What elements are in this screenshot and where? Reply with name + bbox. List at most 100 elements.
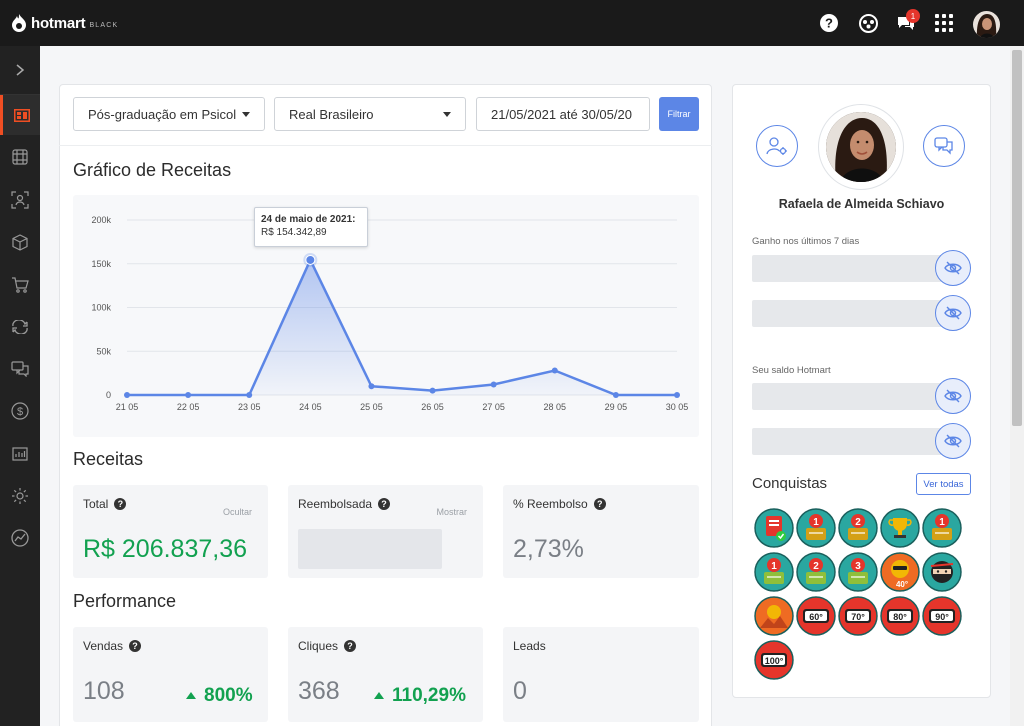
total-label: Total (83, 497, 109, 511)
revenue-chart-svg: 0 50k 100k 150k 200k 21 05 22 05 23 05 24 05 25 0… (91, 215, 689, 412)
help-icon[interactable]: ? (114, 498, 127, 510)
series-area (127, 259, 677, 395)
eye-off-icon[interactable] (935, 423, 971, 459)
series-line (127, 257, 677, 397)
data-point (612, 392, 619, 398)
achievement-ninja-icon[interactable] (922, 552, 962, 592)
help-icon[interactable]: ? (818, 12, 840, 34)
analytics-icon[interactable] (0, 518, 40, 558)
achievement-speed-60-icon[interactable]: 60° (796, 596, 836, 636)
cart-icon[interactable] (0, 265, 40, 305)
messages-icon[interactable] (0, 349, 40, 389)
svg-text:2: 2 (855, 517, 861, 528)
hide-total-link[interactable]: Ocultar (223, 507, 252, 517)
data-point (674, 392, 680, 398)
hidden-balance-value (752, 383, 952, 410)
achievement-speed-100-icon[interactable]: 100° (754, 640, 794, 680)
view-all-achievements-button[interactable]: Ver todas (916, 473, 971, 495)
notification-badge: 1 (906, 9, 920, 23)
sales-label-row: Vendas ? (83, 639, 142, 653)
refunded-card: Reembolsada ? Mostrar (288, 485, 483, 578)
data-point (124, 392, 130, 398)
svg-text:$: $ (17, 406, 23, 418)
date-range-input[interactable]: 21/05/2021 até 30/05/20 (476, 97, 650, 131)
refunded-label-row: Reembolsada ? (298, 497, 391, 511)
profile-photo[interactable] (826, 112, 896, 182)
help-icon[interactable]: ? (378, 498, 391, 510)
tooltip-value: R$ 154.342,89 (261, 227, 327, 238)
currency-select[interactable]: Real Brasileiro (274, 97, 466, 131)
dashboard-icon[interactable] (0, 95, 40, 135)
help-icon[interactable]: ? (344, 640, 357, 652)
account-settings-button[interactable] (756, 125, 798, 167)
revenue-chart[interactable]: 0 50k 100k 150k 200k 21 05 22 05 23 05 24 05 25 0… (73, 195, 699, 437)
x-tick-label: 28 05 (544, 402, 567, 412)
y-tick-label: 200k (91, 215, 111, 225)
settings-icon[interactable] (0, 476, 40, 516)
community-icon[interactable] (857, 12, 879, 34)
achievement-trophy-icon[interactable] (880, 508, 920, 548)
achievement-certificate-icon[interactable] (754, 508, 794, 548)
y-tick-label: 100k (91, 303, 111, 313)
trend-up-icon (374, 691, 384, 699)
page-scrollbar-thumb[interactable] (1012, 50, 1022, 426)
data-point (551, 367, 558, 374)
messages-button[interactable] (923, 125, 965, 167)
achievement-speed-90-icon[interactable]: 90° (922, 596, 962, 636)
clicks-value: 368 (298, 677, 340, 705)
svg-text:2: 2 (813, 561, 819, 572)
tooltip-date: 24 de maio de 2021: (261, 214, 356, 225)
box-icon[interactable] (0, 222, 40, 262)
achievement-cart-1-icon[interactable]: 1 (796, 508, 836, 548)
filter-button[interactable]: Filtrar (659, 97, 699, 131)
chat-bubbles-icon (934, 137, 953, 155)
help-icon[interactable]: ? (129, 640, 142, 652)
x-tick-label: 22 05 (177, 402, 200, 412)
data-point (246, 392, 253, 398)
svg-text:90°: 90° (935, 612, 949, 622)
achievement-sun-40-icon[interactable]: 40° (880, 552, 920, 592)
x-tick-label: 30 05 (666, 402, 689, 412)
affiliates-icon[interactable] (0, 180, 40, 220)
brand-name: hotmart (31, 14, 86, 32)
achievement-speed-80-icon[interactable]: 80° (880, 596, 920, 636)
clicks-delta: 110,29% (374, 685, 466, 707)
product-select[interactable]: Pós-graduação em Psicol (73, 97, 265, 131)
refunded-label: Reembolsada (298, 497, 373, 511)
earned-7days-label: Ganho nos últimos 7 dias (752, 236, 860, 247)
achievement-robot-3-icon[interactable]: 3 (838, 552, 878, 592)
total-label-row: Total ? (83, 497, 127, 511)
apps-grid-icon[interactable] (933, 12, 955, 34)
achievement-speed-70-icon[interactable]: 70° (838, 596, 878, 636)
help-icon[interactable]: ? (593, 498, 606, 510)
eye-off-icon[interactable] (935, 378, 971, 414)
products-grid-icon[interactable] (0, 137, 40, 177)
user-settings-icon (766, 137, 787, 155)
data-point (368, 383, 375, 390)
achievement-sun-desert-icon[interactable] (754, 596, 794, 636)
svg-text:100°: 100° (765, 656, 784, 666)
eye-off-icon[interactable] (935, 295, 971, 331)
achievement-rank-1-icon[interactable]: 1 (922, 508, 962, 548)
achievement-robot-2-icon[interactable]: 2 (796, 552, 836, 592)
subscriptions-icon[interactable] (0, 307, 40, 347)
revenue-chart-title: Gráfico de Receitas (73, 160, 232, 180)
svg-text:80°: 80° (893, 612, 907, 622)
hotmart-logo[interactable]: hotmart BLACK (10, 13, 118, 33)
hidden-balance-value-2 (752, 428, 952, 455)
achievement-robot-1-icon[interactable]: 1 (754, 552, 794, 592)
show-refunded-link[interactable]: Mostrar (436, 507, 467, 517)
reports-icon[interactable] (0, 434, 40, 474)
achievement-cart-2-icon[interactable]: 2 (838, 508, 878, 548)
chevron-down-icon (443, 112, 451, 117)
eye-off-icon[interactable] (935, 250, 971, 286)
clicks-label-row: Cliques ? (298, 639, 357, 653)
money-icon[interactable]: $ (0, 391, 40, 431)
performance-title: Performance (73, 591, 177, 611)
refund-rate-label-row: % Reembolso ? (513, 497, 606, 511)
user-avatar[interactable] (973, 11, 1000, 38)
date-range-value: 21/05/2021 até 30/05/20 (491, 106, 632, 122)
balance-label: Seu saldo Hotmart (752, 365, 831, 376)
expand-sidebar-icon[interactable] (0, 50, 40, 90)
leads-card: Leads 0 (503, 627, 699, 722)
